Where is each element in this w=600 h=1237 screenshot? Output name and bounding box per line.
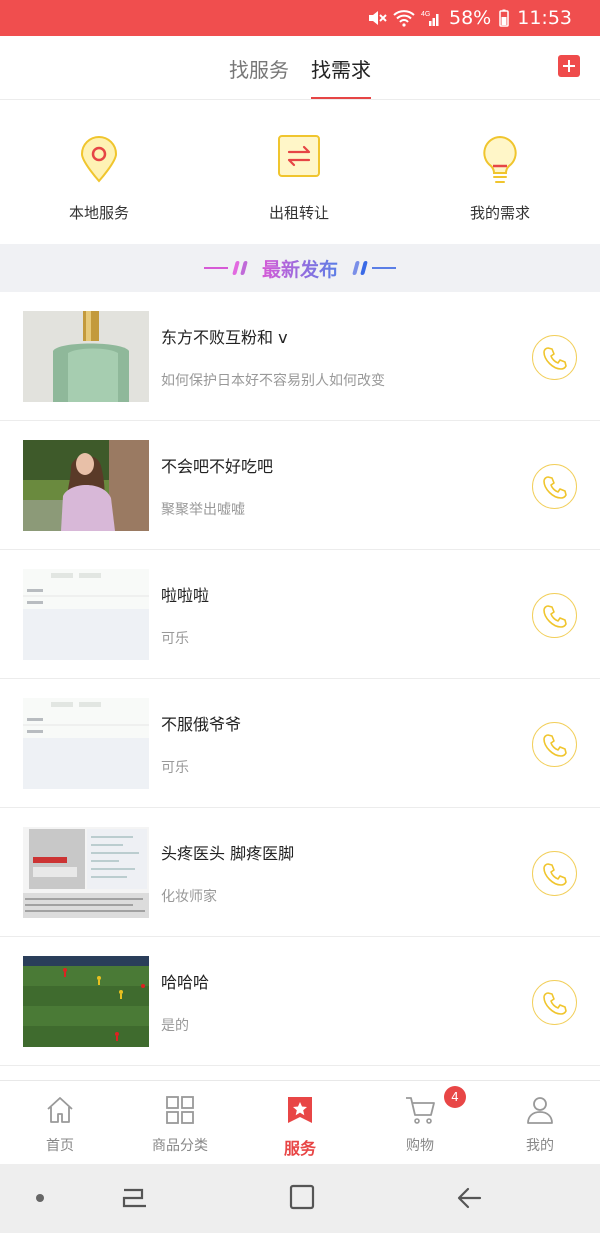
quick-label: 本地服务 [68,204,129,222]
list-item[interactable]: 不服俄爷爷 可乐 [0,679,600,808]
quick-rent-transfer[interactable]: 出租转让 [219,134,379,223]
mute-icon [367,9,387,27]
nav-label: 首页 [46,1138,74,1154]
system-nav-bar [0,1164,600,1233]
nav-categories[interactable]: 商品分类 [120,1093,240,1155]
lightbulb-icon [483,135,517,183]
thumbnail-form-screenshot [23,698,149,789]
recent-apps-button[interactable] [122,1188,146,1208]
tab-find-service[interactable]: 找服务 [229,54,289,83]
phone-icon [542,733,567,757]
status-bar: 4G 58% 11:53 [0,0,600,36]
home-icon [47,1097,73,1123]
phone-icon [542,862,567,886]
nav-service[interactable]: 服务 [240,1093,360,1159]
item-subtitle: 如何保护日本好不容易别人如何改变 [161,373,385,389]
thumbnail-soccer [23,956,149,1047]
wifi-icon [393,9,415,27]
battery-percent: 58% [449,7,492,29]
list-item[interactable]: 头疼医头 脚疼医脚 化妆师家 [0,808,600,937]
thumbnail-girl [23,440,149,531]
swap-arrows-icon [278,135,320,177]
latest-section-header: 最新发布 [0,244,600,292]
quick-label: 我的需求 [469,204,530,222]
listing-list: 东方不败互粉和 v 如何保护日本好不容易别人如何改变 不会吧不好吃吧 聚聚举出嘘… [0,292,600,1066]
cart-icon [406,1097,435,1124]
call-button[interactable] [532,464,577,509]
thumbnail-code-screenshot [23,827,149,918]
quick-actions: 本地服务 出租转让 我的需求 [0,100,600,244]
quick-local-service[interactable]: 本地服务 [19,134,179,223]
left-decoration [203,261,248,275]
nav-label: 我的 [526,1138,554,1154]
right-decoration [352,261,396,275]
back-button[interactable] [457,1187,482,1209]
quick-label: 出租转让 [268,204,329,222]
item-title: 啦啦啦 [161,586,210,605]
nav-label: 商品分类 [152,1138,208,1154]
location-pin-icon [80,136,118,183]
item-title: 头疼医头 脚疼医脚 [161,844,295,863]
phone-icon [542,604,567,628]
bottom-nav: 首页 商品分类 服务 购物 我的 [0,1080,600,1164]
call-button[interactable] [532,980,577,1025]
item-subtitle: 是的 [161,1018,189,1034]
thumbnail-perfume [23,311,149,402]
nav-home[interactable]: 首页 [0,1093,120,1155]
thumbnail-form-screenshot [23,569,149,660]
battery-icon [499,9,509,27]
item-title: 东方不败互粉和 v [161,328,288,347]
tab-find-demand[interactable]: 找需求 [311,54,371,83]
item-subtitle: 聚聚举出嘘嘘 [161,502,245,518]
plus-icon [563,60,575,72]
quick-my-demands[interactable]: 我的需求 [420,134,580,223]
call-button[interactable] [532,335,577,380]
clock: 11:53 [517,7,572,29]
star-bookmark-icon [288,1097,312,1123]
user-icon [527,1097,553,1124]
dot-indicator [36,1194,44,1202]
item-subtitle: 可乐 [161,760,189,776]
svg-text:4G: 4G [421,11,430,18]
list-item[interactable]: 啦啦啦 可乐 [0,550,600,679]
grid-icon [166,1096,194,1124]
section-title: 最新发布 [262,255,338,282]
item-subtitle: 化妆师家 [161,889,217,905]
call-button[interactable] [532,851,577,896]
nav-label: 购物 [406,1138,434,1154]
home-button[interactable] [289,1184,315,1210]
item-title: 不服俄爷爷 [161,715,242,734]
nav-label: 服务 [283,1139,316,1158]
item-title: 不会吧不好吃吧 [161,457,274,476]
item-title: 哈哈哈 [161,973,210,992]
list-item[interactable]: 东方不败互粉和 v 如何保护日本好不容易别人如何改变 [0,292,600,421]
call-button[interactable] [532,722,577,767]
top-tabs: 找服务 找需求 [0,36,600,100]
cart-badge: 4 [444,1086,466,1108]
phone-icon [542,346,567,370]
add-button[interactable] [558,55,580,77]
signal-icon: 4G [421,9,441,27]
call-button[interactable] [532,593,577,638]
list-item[interactable]: 哈哈哈 是的 [0,937,600,1066]
phone-icon [542,991,567,1015]
active-tab-indicator [311,97,371,99]
nav-profile[interactable]: 我的 [480,1093,600,1155]
item-subtitle: 可乐 [161,631,189,647]
list-item[interactable]: 不会吧不好吃吧 聚聚举出嘘嘘 [0,421,600,550]
phone-icon [542,475,567,499]
